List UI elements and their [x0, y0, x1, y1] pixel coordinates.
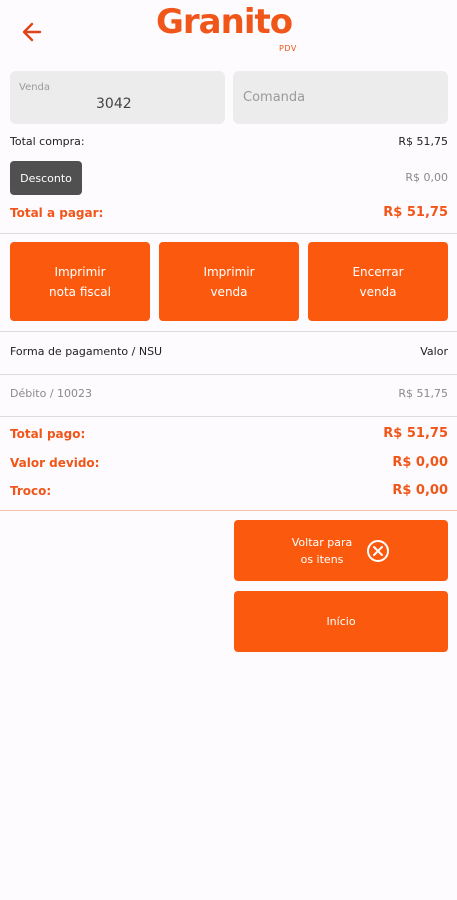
- app-header: Granito PDV: [0, 0, 457, 64]
- divider: [0, 510, 457, 511]
- total-pago-value: R$ 51,75: [383, 426, 448, 441]
- venda-field[interactable]: Venda 3042: [10, 71, 225, 124]
- voltar-para-itens-button[interactable]: Voltar para os itens: [234, 520, 448, 581]
- payments-header-value: Valor: [420, 345, 448, 358]
- inicio-button[interactable]: Início: [234, 591, 448, 652]
- comanda-input[interactable]: Comanda: [233, 71, 448, 124]
- comanda-placeholder: Comanda: [243, 90, 306, 105]
- imprimir-venda-button[interactable]: Imprimir venda: [159, 242, 299, 321]
- total-compra-label: Total compra:: [10, 135, 85, 148]
- total-pagar-value: R$ 51,75: [383, 205, 448, 220]
- payments-header-method: Forma de pagamento / NSU: [10, 345, 163, 358]
- brand-subtitle: PDV: [279, 44, 297, 53]
- troco-value: R$ 0,00: [392, 483, 448, 498]
- venda-label: Venda: [19, 82, 51, 93]
- button-label-line2: nota fiscal: [49, 284, 111, 299]
- total-pagar-row: Total a pagar: R$ 51,75: [10, 205, 448, 220]
- venda-value: 3042: [96, 96, 132, 112]
- button-label-line1: Voltar para: [291, 535, 353, 549]
- imprimir-nota-fiscal-button[interactable]: Imprimir nota fiscal: [10, 242, 150, 321]
- brand-logo: Granito: [156, 2, 293, 42]
- valor-devido-value: R$ 0,00: [392, 455, 448, 470]
- payment-value: R$ 51,75: [398, 387, 448, 400]
- valor-devido-label: Valor devido:: [10, 455, 100, 470]
- table-row[interactable]: Débito / 10023 R$ 51,75: [10, 387, 448, 400]
- total-pagar-label: Total a pagar:: [10, 205, 104, 220]
- button-label-line2: os itens: [300, 552, 344, 566]
- divider: [0, 374, 457, 375]
- button-label-line1: Encerrar: [352, 264, 404, 279]
- total-compra-value: R$ 51,75: [398, 135, 448, 148]
- desconto-value: R$ 0,00: [405, 171, 448, 184]
- encerrar-venda-button[interactable]: Encerrar venda: [308, 242, 448, 321]
- total-pago-row: Total pago: R$ 51,75: [10, 426, 448, 441]
- arrow-left-icon[interactable]: [18, 18, 46, 46]
- close-circle-icon: [367, 539, 390, 562]
- desconto-button[interactable]: Desconto: [10, 161, 82, 195]
- payments-header: Forma de pagamento / NSU Valor: [10, 345, 448, 358]
- valor-devido-row: Valor devido: R$ 0,00: [10, 455, 448, 470]
- total-pago-label: Total pago:: [10, 426, 86, 441]
- button-label-line1: Imprimir: [54, 264, 106, 279]
- desconto-row: R$ 0,00: [300, 171, 448, 184]
- total-compra-row: Total compra: R$ 51,75: [10, 135, 448, 148]
- troco-label: Troco:: [10, 483, 52, 498]
- divider: [0, 233, 457, 234]
- button-label-line1: Imprimir: [203, 264, 255, 279]
- button-label-line2: venda: [210, 284, 248, 299]
- button-label-line2: venda: [359, 284, 397, 299]
- payment-method: Débito / 10023: [10, 387, 93, 400]
- divider: [0, 331, 457, 332]
- divider: [0, 416, 457, 417]
- troco-row: Troco: R$ 0,00: [10, 483, 448, 498]
